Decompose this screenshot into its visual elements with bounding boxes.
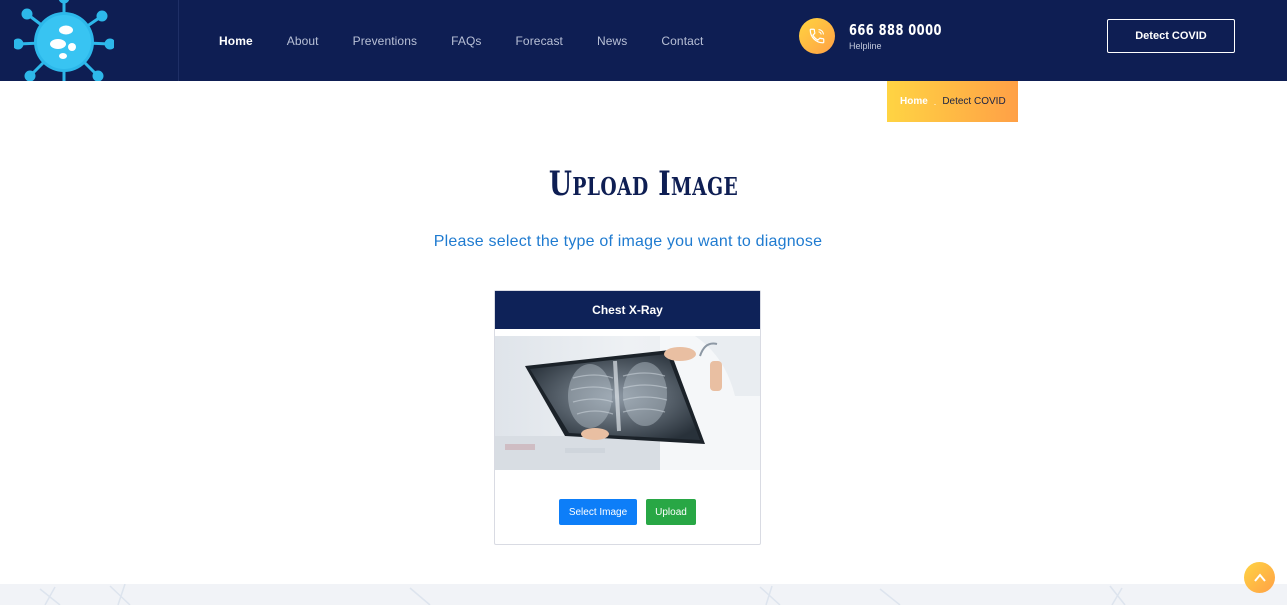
page-subtitle: Please select the type of image you want… <box>433 233 823 250</box>
upload-button[interactable]: Upload <box>646 499 696 525</box>
breadcrumb-home-link[interactable]: Home <box>900 96 928 107</box>
breadcrumb-current: Detect COVID <box>942 96 1006 107</box>
scroll-to-top-button[interactable] <box>1244 562 1275 593</box>
main-nav: Home About Preventions FAQs Forecast New… <box>219 0 737 81</box>
virus-logo-icon <box>14 0 114 81</box>
footer-background <box>0 584 1287 605</box>
nav-about[interactable]: About <box>287 34 319 48</box>
nav-home[interactable]: Home <box>219 34 253 48</box>
chest-xray-image <box>495 336 760 470</box>
nav-news[interactable]: News <box>597 34 627 48</box>
site-header: Home About Preventions FAQs Forecast New… <box>0 0 1287 81</box>
helpline-number: 666 888 0000 <box>849 21 942 39</box>
helpline[interactable]: 666 888 0000 Helpline <box>799 18 958 54</box>
card-title: Chest X-Ray <box>495 291 760 329</box>
phone-icon <box>799 18 835 54</box>
nav-faqs[interactable]: FAQs <box>451 34 481 48</box>
logo-link[interactable] <box>0 0 179 81</box>
page-title: Upload Image <box>548 164 739 204</box>
detect-covid-button[interactable]: Detect COVID <box>1107 19 1235 53</box>
nav-forecast[interactable]: Forecast <box>516 34 563 48</box>
helpline-label: Helpline <box>849 41 882 51</box>
nav-contact[interactable]: Contact <box>661 34 703 48</box>
chest-xray-card: Chest X-Ray Select Image Upload <box>494 290 761 545</box>
breadcrumb: Home . Detect COVID <box>887 81 1018 122</box>
arrow-up-icon <box>1253 572 1266 582</box>
select-image-button[interactable]: Select Image <box>559 499 637 525</box>
breadcrumb-separator: . <box>933 96 937 107</box>
card-actions: Select Image Upload <box>495 499 760 525</box>
nav-preventions[interactable]: Preventions <box>353 34 417 48</box>
